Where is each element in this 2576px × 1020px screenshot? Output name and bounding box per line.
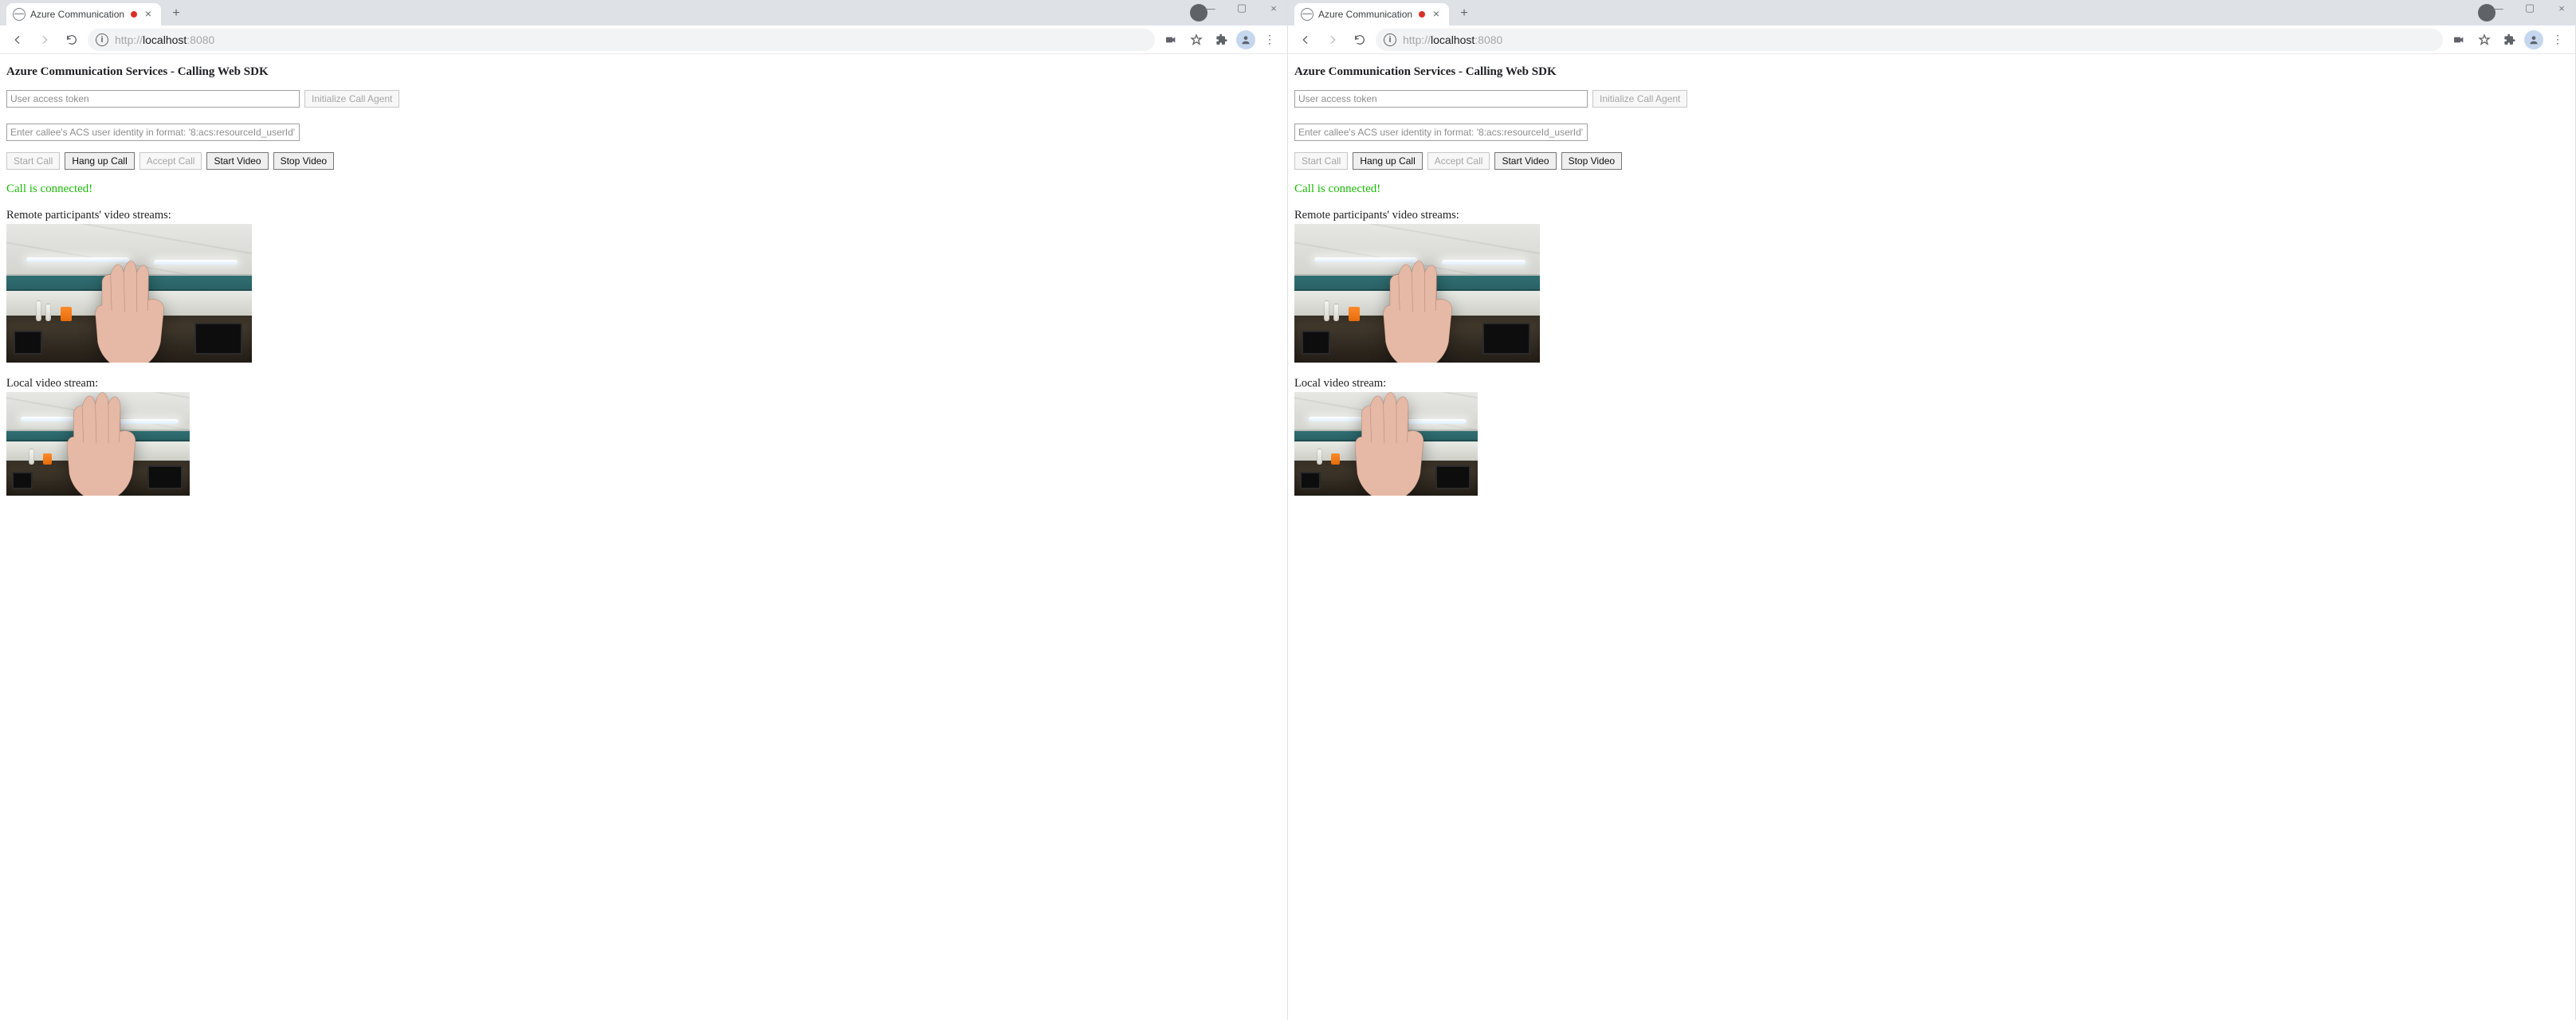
accept-call-button[interactable]: Accept Call (1427, 152, 1490, 170)
window-controls: — ▢ × (1200, 2, 1284, 14)
camera-indicator-icon[interactable] (1160, 29, 1182, 51)
close-window-button[interactable]: × (1263, 2, 1284, 14)
minimize-button[interactable]: — (1200, 2, 1220, 14)
profile-button[interactable] (2524, 30, 2543, 49)
call-status: Call is connected! (1294, 182, 2569, 196)
callee-identity-input[interactable] (6, 124, 300, 141)
call-controls: Start Call Hang up Call Accept Call Star… (1294, 152, 2569, 170)
close-tab-icon[interactable]: × (142, 8, 155, 21)
remote-streams-label: Remote participants' video streams: (1294, 209, 2569, 222)
user-token-input[interactable] (6, 90, 300, 108)
forward-button[interactable] (33, 29, 56, 51)
site-info-icon[interactable]: i (96, 33, 108, 46)
titlebar: Azure Communication Servic × + — ▢ × (0, 0, 1287, 26)
reload-button[interactable] (1349, 29, 1371, 51)
remote-video-stream (1294, 224, 1540, 363)
close-window-button[interactable]: × (2551, 2, 2572, 14)
tab-title: Azure Communication Servic (30, 9, 126, 20)
window-right: Azure Communication Servic × + — ▢ × i h… (1288, 0, 2576, 1020)
local-video-stream (6, 392, 190, 496)
back-button[interactable] (6, 29, 29, 51)
hand-image (1321, 392, 1456, 496)
hand-image (1326, 251, 1508, 363)
browser-tab[interactable]: Azure Communication Servic × (1294, 3, 1449, 26)
stop-video-button[interactable]: Stop Video (273, 152, 335, 170)
browser-toolbar: i http://localhost:8080 ⋮ (1288, 26, 2575, 54)
recording-indicator-icon (1419, 11, 1425, 18)
start-call-button[interactable]: Start Call (1294, 152, 1348, 170)
start-call-button[interactable]: Start Call (6, 152, 60, 170)
reload-button[interactable] (61, 29, 83, 51)
initialize-call-agent-button[interactable]: Initialize Call Agent (1592, 90, 1687, 108)
start-video-button[interactable]: Start Video (206, 152, 268, 170)
remote-video-stream (6, 224, 252, 363)
hand-image (33, 392, 168, 496)
call-status: Call is connected! (6, 182, 1281, 196)
bookmark-button[interactable] (2473, 29, 2496, 51)
page-content: Azure Communication Services - Calling W… (1288, 54, 2575, 1020)
callee-identity-input[interactable] (1294, 124, 1588, 141)
page-title: Azure Communication Services - Calling W… (6, 65, 1281, 79)
forward-button[interactable] (1321, 29, 1344, 51)
accept-call-button[interactable]: Accept Call (139, 152, 202, 170)
maximize-button[interactable]: ▢ (1231, 2, 1252, 14)
initialize-call-agent-button[interactable]: Initialize Call Agent (304, 90, 399, 108)
maximize-button[interactable]: ▢ (2519, 2, 2540, 14)
menu-button[interactable]: ⋮ (2547, 29, 2569, 51)
profile-button[interactable] (1236, 30, 1255, 49)
page-content: Azure Communication Services - Calling W… (0, 54, 1287, 1020)
window-left: Azure Communication Servic × + — ▢ × i h… (0, 0, 1288, 1020)
camera-indicator-icon[interactable] (2448, 29, 2470, 51)
close-tab-icon[interactable]: × (1430, 8, 1443, 21)
hand-image (38, 251, 220, 363)
globe-icon (13, 8, 26, 21)
hang-up-call-button[interactable]: Hang up Call (65, 152, 134, 170)
address-bar[interactable]: i http://localhost:8080 (1376, 29, 2443, 51)
user-token-input[interactable] (1294, 90, 1588, 108)
extensions-button[interactable] (2499, 29, 2521, 51)
minimize-button[interactable]: — (2488, 2, 2508, 14)
local-video-stream (1294, 392, 1478, 496)
new-tab-button[interactable]: + (1454, 3, 1475, 24)
menu-button[interactable]: ⋮ (1259, 29, 1281, 51)
extensions-button[interactable] (1211, 29, 1233, 51)
browser-toolbar: i http://localhost:8080 ⋮ (0, 26, 1287, 54)
browser-tab[interactable]: Azure Communication Servic × (6, 3, 161, 26)
remote-streams-label: Remote participants' video streams: (6, 209, 1281, 222)
start-video-button[interactable]: Start Video (1494, 152, 1556, 170)
url-text: http://localhost:8080 (115, 33, 214, 46)
globe-icon (1301, 8, 1314, 21)
titlebar: Azure Communication Servic × + — ▢ × (1288, 0, 2575, 26)
new-tab-button[interactable]: + (166, 3, 187, 24)
tab-title: Azure Communication Servic (1318, 9, 1414, 20)
url-text: http://localhost:8080 (1403, 33, 1502, 46)
hang-up-call-button[interactable]: Hang up Call (1353, 152, 1422, 170)
local-stream-label: Local video stream: (6, 377, 1281, 390)
page-title: Azure Communication Services - Calling W… (1294, 65, 2569, 79)
bookmark-button[interactable] (1185, 29, 1208, 51)
call-controls: Start Call Hang up Call Accept Call Star… (6, 152, 1281, 170)
address-bar[interactable]: i http://localhost:8080 (88, 29, 1155, 51)
recording-indicator-icon (131, 11, 137, 18)
back-button[interactable] (1294, 29, 1317, 51)
local-stream-label: Local video stream: (1294, 377, 2569, 390)
site-info-icon[interactable]: i (1384, 33, 1396, 46)
stop-video-button[interactable]: Stop Video (1561, 152, 1623, 170)
window-controls: — ▢ × (2488, 2, 2572, 14)
